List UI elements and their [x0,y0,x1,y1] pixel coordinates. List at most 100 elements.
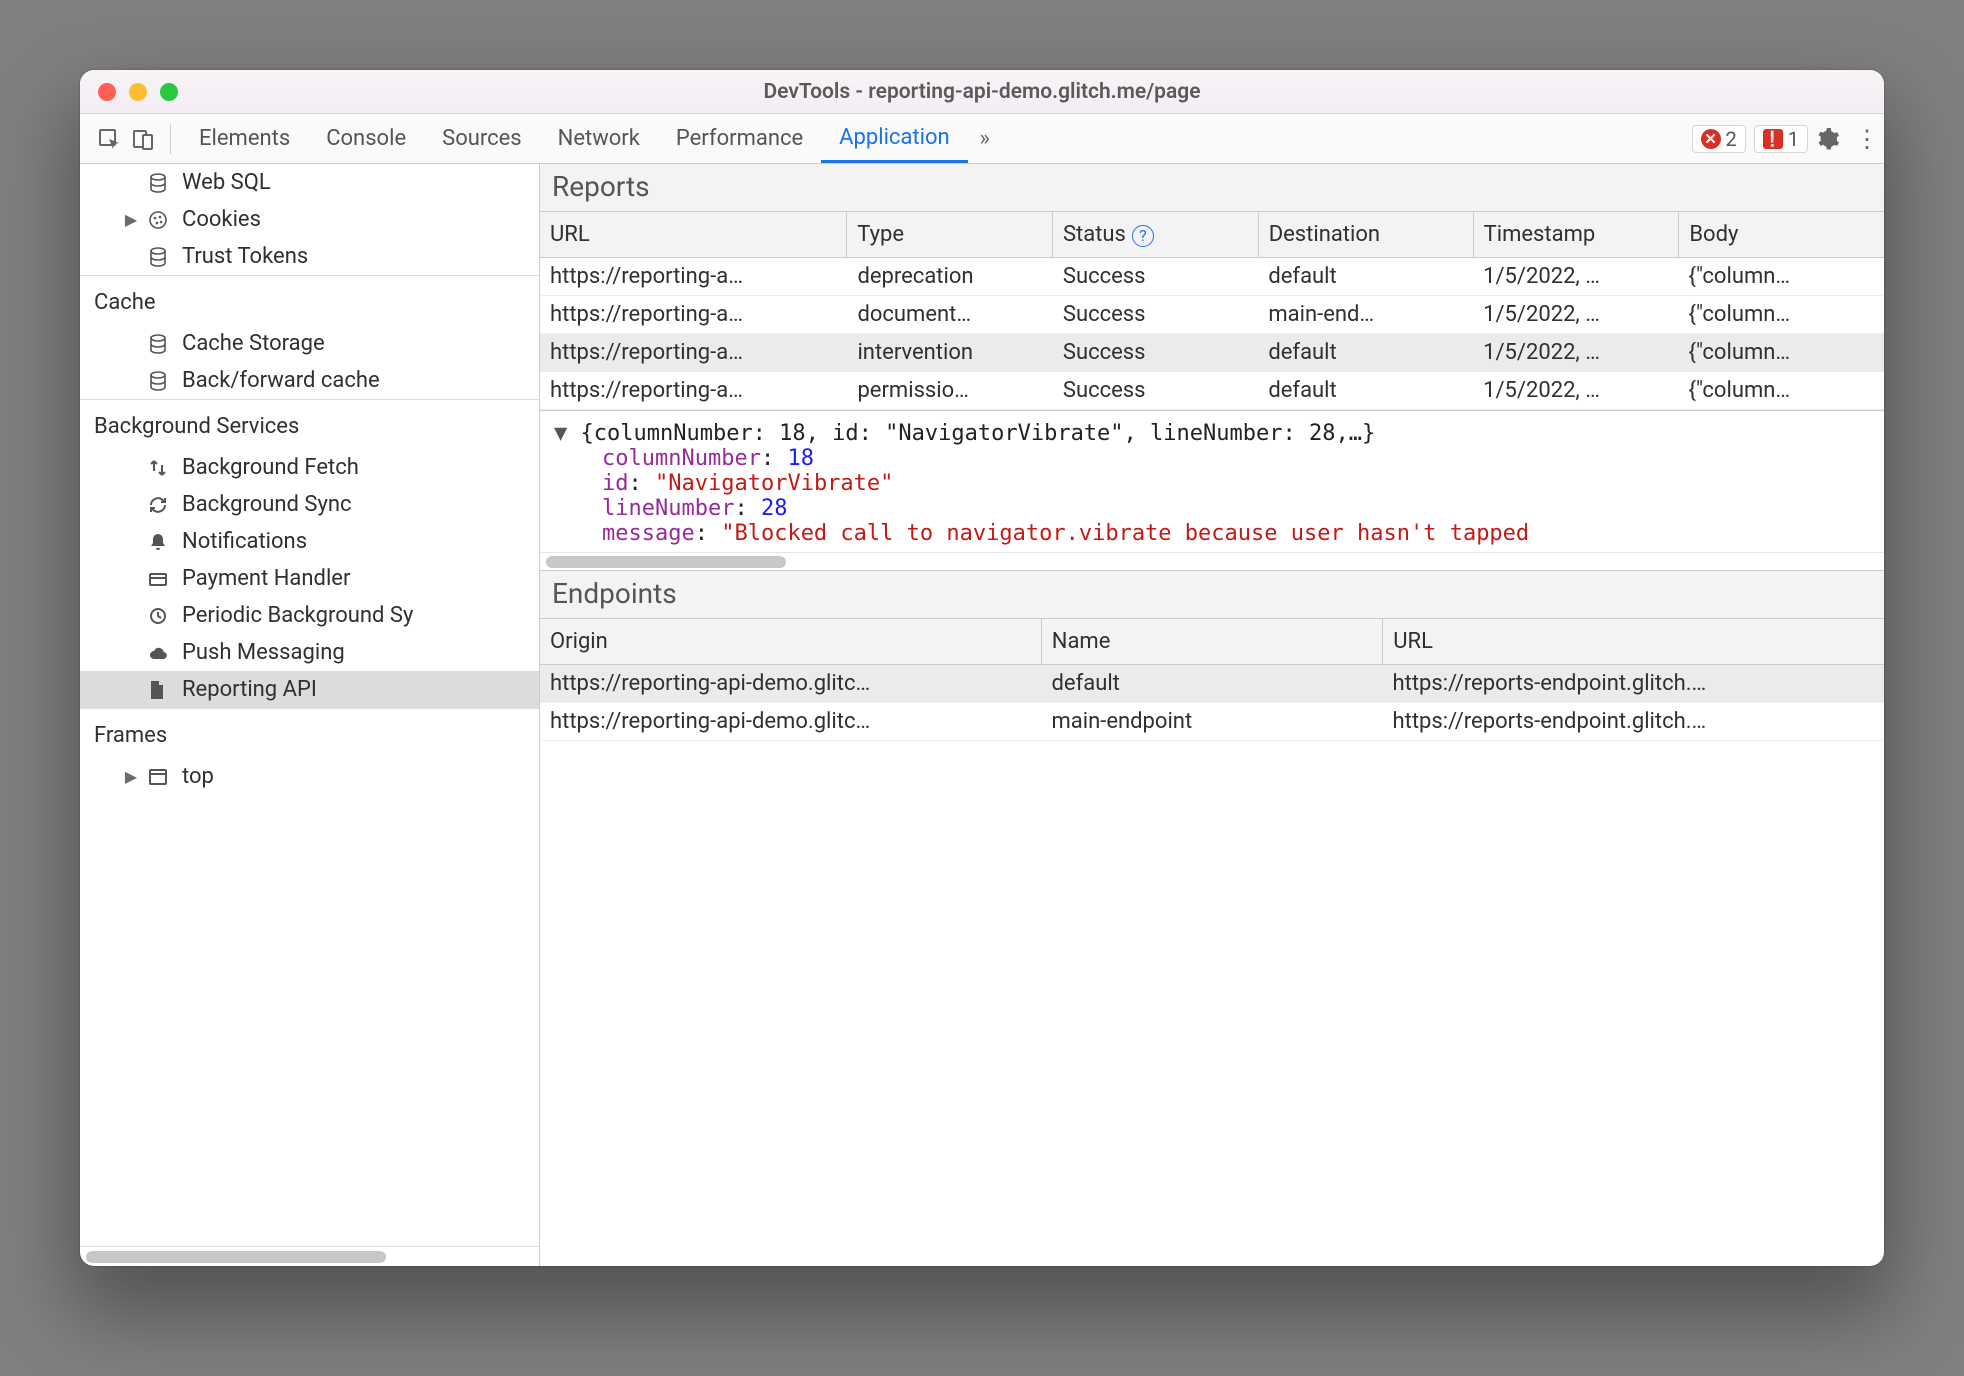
database-icon [148,173,172,193]
col-status[interactable]: Status? [1053,212,1259,257]
col-body[interactable]: Body [1679,212,1884,257]
disclosure-triangle-icon[interactable]: ▼ [554,421,581,446]
cell-destination: default [1258,372,1473,409]
tab-application[interactable]: Application [821,114,967,163]
cell-destination: main-end… [1258,296,1473,333]
issues-count: 1 [1788,127,1799,151]
detail-id: "NavigatorVibrate" [655,471,893,496]
separator [170,124,171,154]
inspect-icon[interactable] [92,127,126,151]
zoom-window-button[interactable] [160,83,178,101]
table-row[interactable]: https://reporting-api-demo.glitc…main-en… [540,703,1884,741]
error-circle-icon: ✕ [1701,129,1721,149]
reports-body: https://reporting-a…deprecationSuccessde… [540,258,1884,410]
help-icon[interactable]: ? [1132,225,1154,247]
close-window-button[interactable] [98,83,116,101]
cell-body: {"column… [1679,372,1884,409]
cell-status: Success [1053,296,1258,333]
endpoints-header-row: Origin Name URL [540,619,1884,665]
tab-elements[interactable]: Elements [181,114,308,163]
cell-destination: default [1258,258,1473,295]
table-row[interactable]: https://reporting-a…document…Successmain… [540,296,1884,334]
table-row[interactable]: https://reporting-a…interventionSuccessd… [540,334,1884,372]
device-toggle-icon[interactable] [126,127,160,151]
more-tabs-icon[interactable]: » [968,126,1002,151]
settings-icon[interactable] [1816,127,1850,151]
cell-status: Success [1053,334,1258,371]
table-row[interactable]: https://reporting-api-demo.glitc…default… [540,665,1884,703]
sidebar-item-bfcache[interactable]: Back/forward cache [80,362,539,399]
cell-destination: default [1258,334,1473,371]
sidebar-label: Web SQL [182,170,271,195]
cell-name: default [1042,665,1383,702]
issues-badge[interactable]: ❕ 1 [1754,125,1808,153]
devtools-window: DevTools - reporting-api-demo.glitch.me/… [80,70,1884,1266]
cell-url: https://reporting-a… [540,296,847,333]
cell-origin: https://reporting-api-demo.glitc… [540,665,1042,702]
disclosure-triangle-icon[interactable]: ▶ [124,767,138,786]
col-timestamp[interactable]: Timestamp [1474,212,1680,257]
panel-tabs: Elements Console Sources Network Perform… [181,114,968,163]
minimize-window-button[interactable] [129,83,147,101]
sidebar-item-websql[interactable]: Web SQL [80,164,539,201]
errors-badge[interactable]: ✕ 2 [1692,125,1746,153]
sidebar-item-bg-sync[interactable]: Background Sync [80,486,539,523]
sidebar-label: Cache Storage [182,331,325,356]
sidebar-item-notifications[interactable]: Notifications [80,523,539,560]
sidebar-item-periodic[interactable]: Periodic Background Sy [80,597,539,634]
tab-network[interactable]: Network [540,114,658,163]
col-name[interactable]: Name [1042,619,1384,664]
scrollbar-thumb[interactable] [546,556,786,568]
frame-icon [148,768,172,786]
sidebar-label: Notifications [182,529,307,554]
disclosure-triangle-icon[interactable]: ▶ [124,210,138,229]
cookie-icon [148,210,172,230]
sidebar-item-cookies[interactable]: ▶ Cookies [80,201,539,238]
tab-console[interactable]: Console [308,114,424,163]
col-url[interactable]: URL [540,212,847,257]
sidebar-item-trust-tokens[interactable]: Trust Tokens [80,238,539,275]
sidebar-horizontal-scrollbar[interactable] [80,1246,539,1266]
reports-heading: Reports [540,164,1884,212]
details-horizontal-scrollbar[interactable] [540,552,1884,570]
cell-url: https://reporting-a… [540,334,847,371]
cell-type: intervention [847,334,1052,371]
cell-timestamp: 1/5/2022, … [1473,296,1678,333]
sidebar-item-top-frame[interactable]: ▶ top [80,758,539,795]
cell-timestamp: 1/5/2022, … [1473,372,1678,409]
sidebar-item-cache-storage[interactable]: Cache Storage [80,325,539,362]
cell-type: document… [847,296,1052,333]
sidebar-label: Push Messaging [182,640,345,665]
tab-performance[interactable]: Performance [658,114,821,163]
cell-url: https://reports-endpoint.glitch.… [1383,703,1885,740]
col-destination[interactable]: Destination [1259,212,1474,257]
kebab-menu-icon[interactable]: ⋮ [1850,125,1884,153]
detail-message: "Blocked call to navigator.vibrate becau… [721,521,1529,546]
clock-icon [148,606,172,626]
scrollbar-thumb[interactable] [86,1251,386,1263]
window-title: DevTools - reporting-api-demo.glitch.me/… [80,80,1884,104]
report-details[interactable]: ▼ {columnNumber: 18, id: "NavigatorVibra… [540,410,1884,552]
tab-sources[interactable]: Sources [424,114,540,163]
titlebar: DevTools - reporting-api-demo.glitch.me/… [80,70,1884,114]
col-type[interactable]: Type [847,212,1053,257]
detail-columnNumber: 18 [787,446,814,471]
sidebar-item-push[interactable]: Push Messaging [80,634,539,671]
toolbar: Elements Console Sources Network Perform… [80,114,1884,164]
cell-body: {"column… [1679,334,1884,371]
sidebar-item-bg-fetch[interactable]: Background Fetch [80,449,539,486]
detail-lineNumber: 28 [761,496,788,521]
col-origin[interactable]: Origin [540,619,1042,664]
sidebar-group-frames: Frames [80,708,539,758]
sidebar: Web SQL ▶ Cookies Trust Tokens Cache [80,164,540,1266]
sidebar-item-payment[interactable]: Payment Handler [80,560,539,597]
col-url[interactable]: URL [1383,619,1884,664]
sidebar-item-reporting-api[interactable]: Reporting API [80,671,539,708]
cell-body: {"column… [1679,296,1884,333]
sidebar-label: Payment Handler [182,566,350,591]
table-row[interactable]: https://reporting-a…permissio…Successdef… [540,372,1884,410]
sidebar-group-cache: Cache [80,275,539,325]
table-row[interactable]: https://reporting-a…deprecationSuccessde… [540,258,1884,296]
sidebar-label: Trust Tokens [182,244,308,269]
cell-type: permissio… [847,372,1052,409]
